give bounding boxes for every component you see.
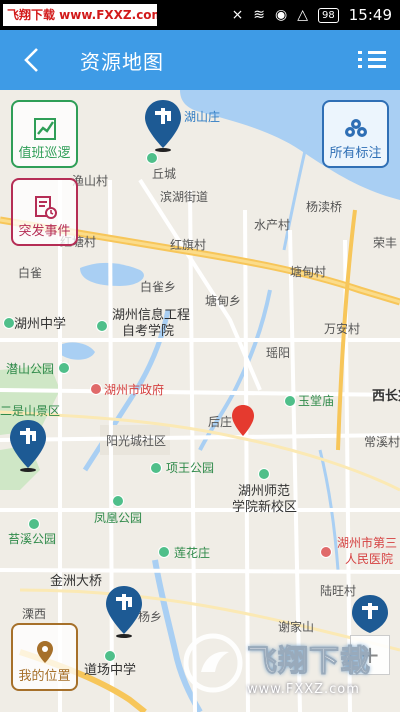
- map-label: 常溪村: [364, 435, 400, 449]
- map-label: 荣丰: [373, 236, 398, 250]
- map-label: 湖州师范: [238, 484, 291, 499]
- map-label: 水产村: [254, 218, 291, 232]
- map-label: 西长兴: [372, 389, 400, 404]
- map-label: 杨渎桥: [306, 200, 343, 214]
- poi-icon: [284, 395, 296, 407]
- hydrant-pin-icon[interactable]: [104, 584, 144, 640]
- app-header: 资源地图: [0, 30, 400, 90]
- poi-icon: [258, 468, 270, 480]
- map-label: 瑶阳: [266, 346, 291, 360]
- sync-icon: ◉: [275, 7, 288, 23]
- poi-icon: [58, 362, 70, 374]
- map-label: 溧西: [22, 607, 47, 621]
- government-icon: [90, 383, 102, 395]
- my-location-label: 我的位置: [18, 669, 71, 684]
- all-markers-button[interactable]: 所有标注: [322, 100, 389, 168]
- map-label: 二是山景区: [0, 404, 61, 418]
- map-label: 塘甸乡: [205, 294, 242, 308]
- clipboard-clock-icon: [34, 196, 57, 219]
- map-label: 后庄: [208, 415, 233, 429]
- back-button[interactable]: [14, 42, 50, 78]
- poi-icon: [112, 495, 124, 507]
- map-label: 学院新校区: [232, 500, 298, 515]
- watermark-top: 飞翔下载 www.FXXZ.com: [3, 4, 157, 26]
- list-menu-button[interactable]: [356, 44, 388, 76]
- clock: 15:49: [348, 6, 392, 24]
- map-label: 湖州市政府: [104, 383, 165, 397]
- all-markers-label: 所有标注: [329, 146, 382, 161]
- map-label: 塘甸村: [290, 265, 327, 279]
- signal-icon: △: [297, 7, 309, 23]
- my-location-button[interactable]: 我的位置: [11, 623, 78, 691]
- poi-icon: [150, 462, 162, 474]
- map-label: 丘城: [152, 167, 177, 181]
- map-label: 白雀乡: [140, 280, 177, 294]
- resource-map[interactable]: 湖山庄 丘城 渔山村 滨湖街道 杨渎桥 水产村 红塘村 红旗村 荣丰 白雀 白雀…: [0, 90, 400, 712]
- watermark-logo-icon: [183, 633, 243, 693]
- map-label: 道场中学: [84, 663, 137, 678]
- emergency-label: 突发事件: [18, 224, 71, 239]
- duty-patrol-label: 值班巡逻: [18, 146, 71, 161]
- hydrant-pin-icon[interactable]: [8, 418, 48, 474]
- poi-icon: [28, 518, 40, 530]
- map-label: 苔溪公园: [8, 532, 57, 546]
- map-label: 白雀: [18, 266, 43, 280]
- no-notification-icon: ⨯: [231, 7, 244, 23]
- current-location-pin-icon[interactable]: [231, 404, 255, 438]
- map-label: 项王公园: [166, 461, 215, 475]
- poi-icon: [104, 650, 116, 662]
- battery-icon: 98: [318, 7, 339, 23]
- map-label: 人民医院: [345, 552, 394, 566]
- duty-patrol-button[interactable]: 值班巡逻: [11, 100, 78, 168]
- map-label: 湖山庄: [184, 110, 221, 124]
- wifi-icon: ≋: [253, 7, 266, 23]
- map-label: 莲花庄: [174, 546, 211, 560]
- watermark-bottom: 飞翔下载 www.FXXZ.com: [183, 628, 388, 708]
- hydrant-pin-icon[interactable]: [350, 593, 390, 633]
- map-label: 凤凰公园: [94, 511, 143, 525]
- page-title: 资源地图: [80, 50, 164, 74]
- emergency-button[interactable]: 突发事件: [11, 178, 78, 246]
- map-label: 滨湖街道: [160, 190, 209, 204]
- markers-cluster-icon: [344, 119, 367, 137]
- chevron-left-icon: [24, 48, 38, 72]
- map-label: 潜山公园: [6, 362, 55, 376]
- map-label: 自考学院: [122, 324, 175, 339]
- hydrant-pin-icon[interactable]: [143, 98, 183, 154]
- list-menu-icon: [358, 51, 362, 54]
- map-label: 湖州中学: [14, 317, 67, 332]
- map-label: 万安村: [324, 322, 361, 336]
- map-label: 湖州信息工程: [112, 308, 191, 323]
- map-label: 金洲大桥: [50, 574, 103, 589]
- status-icons: ⨯ ≋ ◉ △ 98 15:49: [232, 0, 392, 30]
- location-pin-icon: [36, 641, 53, 663]
- poi-icon: [158, 546, 170, 558]
- watermark-brand: 飞翔下载: [247, 644, 371, 680]
- app-root: 飞翔下载 www.FXXZ.com ⨯ ≋ ◉ △ 98 15:49 资源地图: [0, 0, 400, 712]
- watermark-url: www.FXXZ.com: [247, 682, 360, 697]
- map-label: 玉堂庙: [298, 394, 335, 408]
- poi-icon: [3, 317, 15, 329]
- poi-icon: [96, 320, 108, 332]
- map-label: 红旗村: [170, 238, 207, 252]
- status-bar: 飞翔下载 www.FXXZ.com ⨯ ≋ ◉ △ 98 15:49: [0, 0, 400, 30]
- map-label: 阳光城社区: [106, 434, 167, 448]
- hospital-icon: [320, 546, 332, 558]
- patrol-chart-icon: [33, 118, 56, 140]
- map-label: 湖州市第三: [337, 536, 398, 550]
